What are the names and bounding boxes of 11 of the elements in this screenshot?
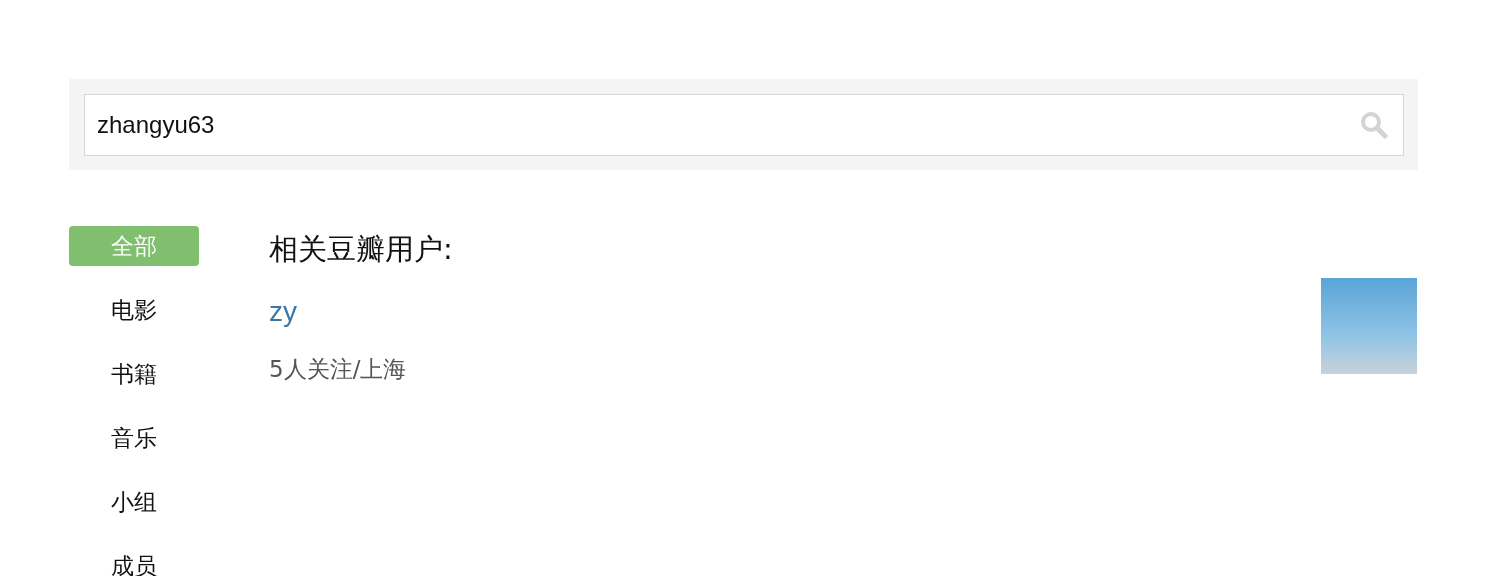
category-tab[interactable]: 小组 bbox=[69, 482, 199, 522]
category-tab[interactable]: 书籍 bbox=[69, 354, 199, 394]
category-tab[interactable]: 成员 bbox=[69, 546, 199, 576]
user-name-link[interactable]: zy bbox=[269, 296, 297, 327]
search-icon[interactable] bbox=[1360, 111, 1388, 139]
search-field[interactable]: zhangyu63 bbox=[84, 94, 1404, 156]
section-heading: 相关豆瓣用户: bbox=[269, 231, 454, 268]
user-info: 5人关注/上海 bbox=[269, 355, 408, 384]
category-tab[interactable]: 音乐 bbox=[69, 418, 199, 458]
avatar-placeholder[interactable] bbox=[1321, 278, 1417, 374]
category-tab[interactable]: 电影 bbox=[69, 290, 199, 330]
